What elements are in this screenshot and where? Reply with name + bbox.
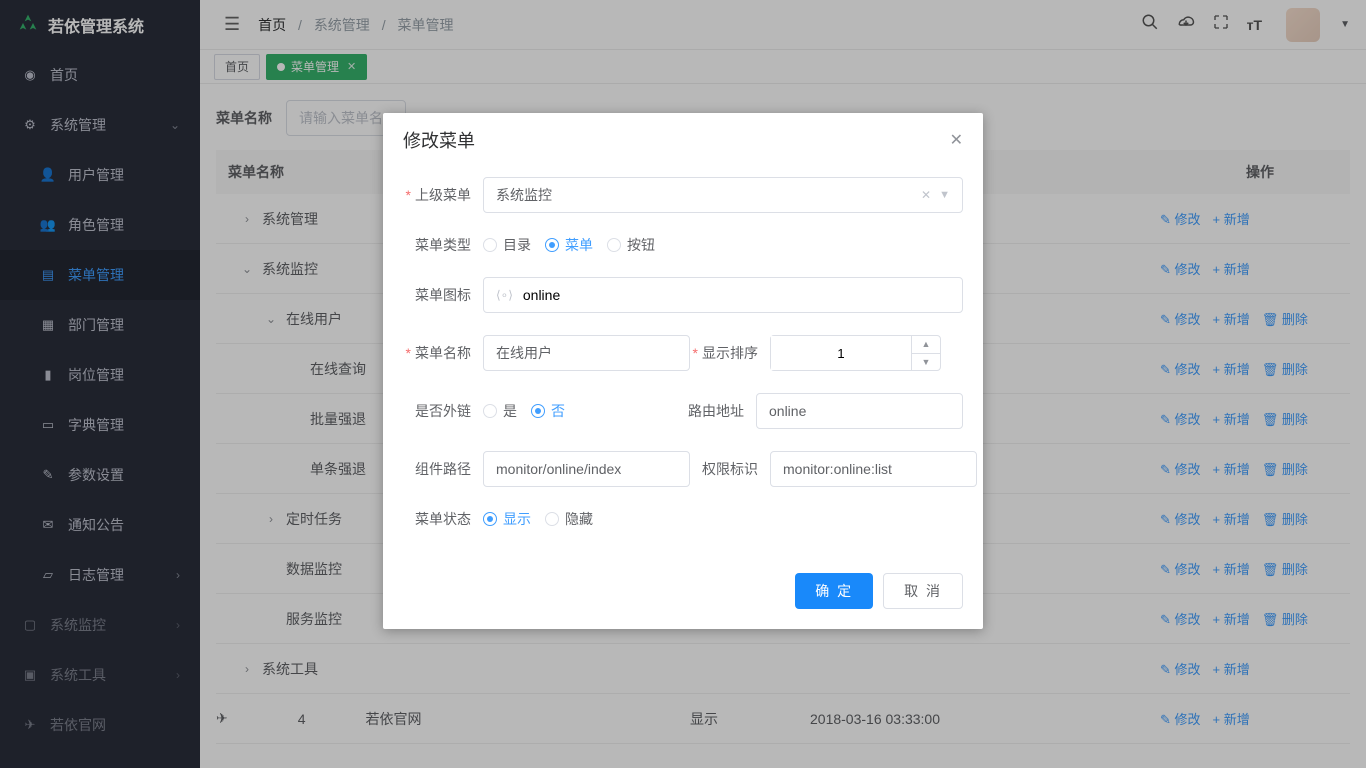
icon-preview-icon: ⟨∘⟩	[496, 288, 513, 302]
stepper-up-icon[interactable]: ▲	[912, 336, 940, 354]
radio-icon	[607, 238, 621, 252]
confirm-button[interactable]: 确 定	[795, 573, 873, 609]
component-path-input[interactable]	[483, 451, 690, 487]
radio-icon	[545, 238, 559, 252]
radio-icon	[531, 404, 545, 418]
parent-menu-select[interactable]: 系统监控 ✕ ▼	[483, 177, 963, 213]
radio-option[interactable]: 目录	[483, 235, 531, 255]
stepper-down-icon[interactable]: ▼	[912, 354, 940, 371]
radio-option[interactable]: 否	[531, 401, 565, 421]
radio-icon	[545, 512, 559, 526]
menu-icon-input[interactable]: ⟨∘⟩	[483, 277, 963, 313]
clear-icon[interactable]: ✕	[921, 188, 931, 202]
modal-title: 修改菜单	[403, 127, 475, 153]
edit-menu-modal: 修改菜单 ✕ *上级菜单 系统监控 ✕ ▼ 菜单类型 目录菜单按钮 菜单图标 ⟨…	[383, 113, 983, 629]
radio-icon	[483, 512, 497, 526]
radio-icon	[483, 238, 497, 252]
permission-flag-input[interactable]	[770, 451, 977, 487]
radio-option[interactable]: 按钮	[607, 235, 655, 255]
display-order-stepper[interactable]: ▲ ▼	[770, 335, 941, 371]
radio-option[interactable]: 菜单	[545, 235, 593, 255]
route-path-input[interactable]	[756, 393, 963, 429]
radio-option[interactable]: 隐藏	[545, 509, 593, 529]
radio-icon	[483, 404, 497, 418]
menu-name-input[interactable]	[483, 335, 690, 371]
radio-option[interactable]: 是	[483, 401, 517, 421]
close-icon[interactable]: ✕	[950, 130, 963, 150]
chevron-down-icon[interactable]: ▼	[939, 189, 950, 201]
radio-option[interactable]: 显示	[483, 509, 531, 529]
cancel-button[interactable]: 取 消	[883, 573, 963, 609]
